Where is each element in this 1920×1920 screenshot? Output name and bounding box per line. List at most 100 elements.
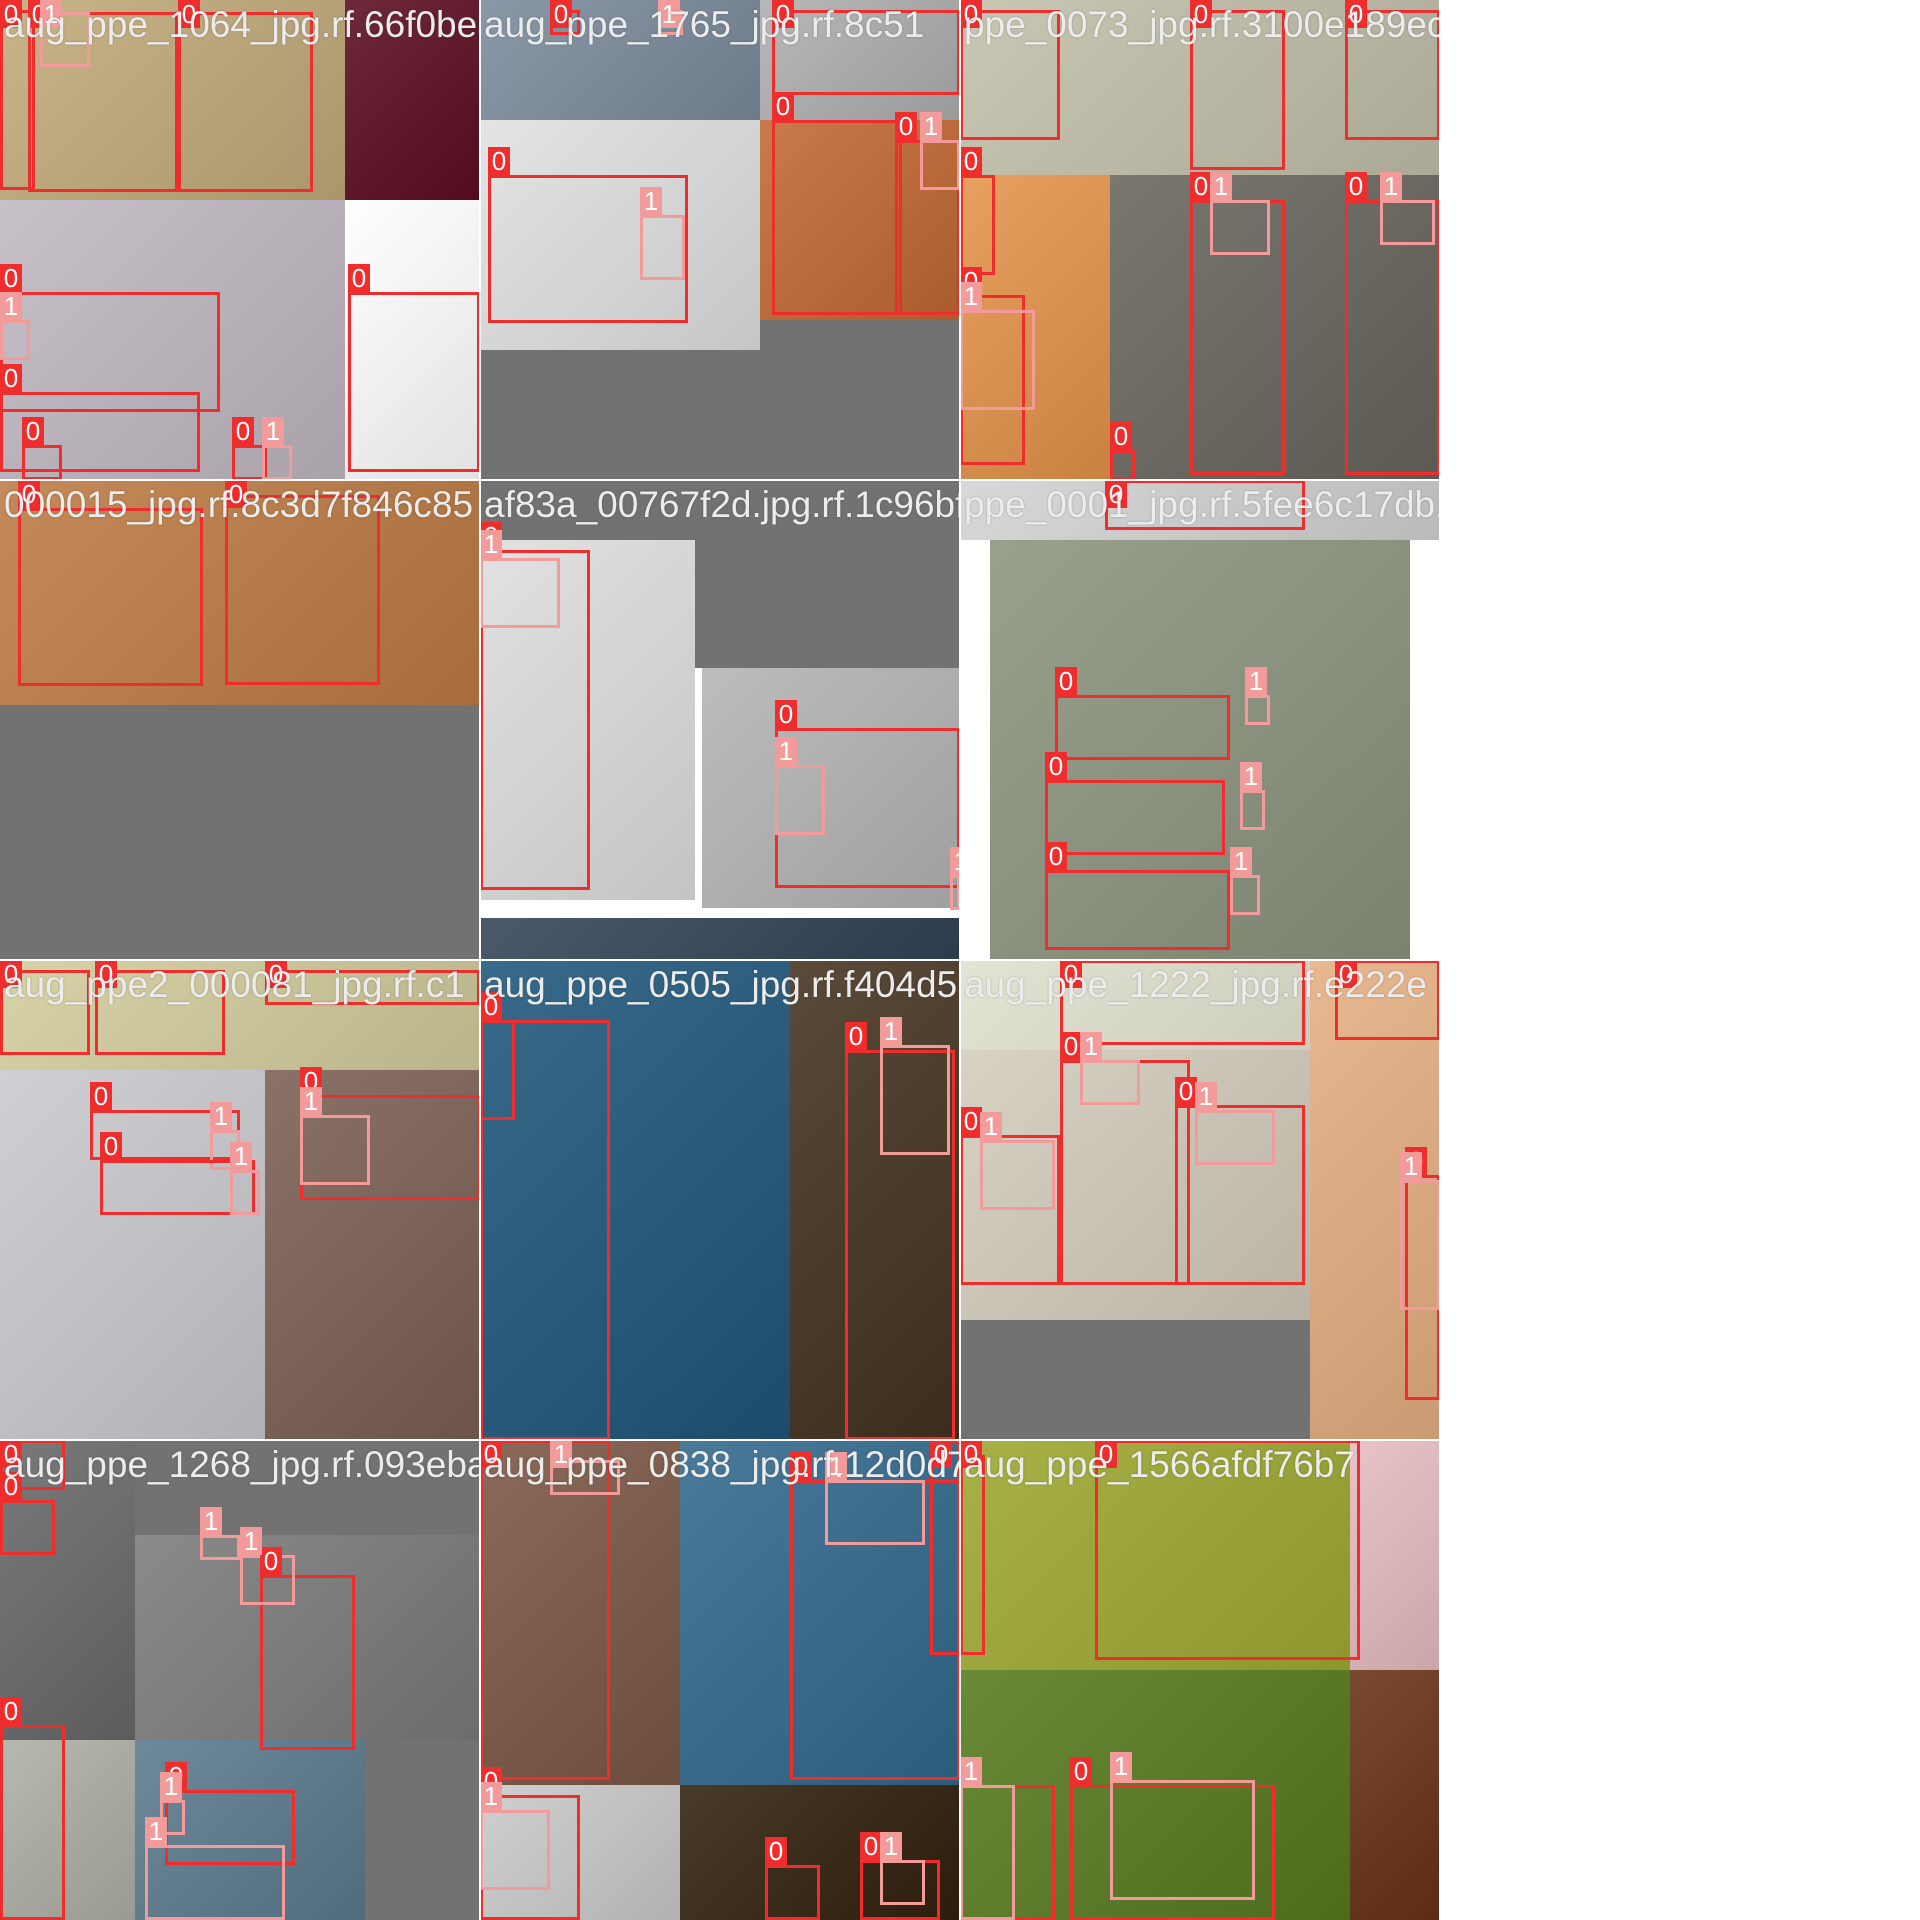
- bbox-class-0: [1110, 450, 1135, 480]
- mosaic-tile: 01011af83a_00767f2d.jpg.rf.1c96bf3695c90…: [480, 480, 960, 960]
- class-label-tag: 1: [920, 112, 942, 140]
- class-label-tag: 0: [1070, 1757, 1092, 1785]
- bbox-class-0: [1045, 870, 1230, 950]
- bbox-class-1: [230, 1170, 260, 1215]
- class-label-tag: 0: [1345, 172, 1367, 200]
- tile-filename: ppe_0001_jpg.rf.5fee6c17db1c57e660ff686f: [964, 484, 1440, 525]
- class-label-tag: 0: [775, 700, 797, 728]
- photo-fragment: [1350, 1440, 1440, 1670]
- class-label-tag: 1: [1380, 172, 1402, 200]
- class-label-tag: 0: [488, 147, 510, 175]
- tile-separator-horizontal: [0, 959, 1440, 961]
- class-label-tag: 1: [1080, 1032, 1102, 1060]
- mosaic-tile: 001010011aug_ppe_1268_jpg.rf.093ebaec: [0, 1440, 480, 1920]
- bbox-class-1: [300, 1115, 370, 1185]
- tile-filename: aug_ppe2_000081_jpg.rf.c1: [4, 964, 465, 1005]
- class-label-tag: 0: [0, 1697, 22, 1725]
- bbox-class-1: [0, 320, 30, 360]
- bbox-class-1: [145, 1845, 285, 1920]
- bbox-class-0: [772, 120, 902, 315]
- bbox-class-0: [0, 1500, 55, 1555]
- bbox-class-1: [1380, 200, 1435, 245]
- tile-filename: aug_ppe_0838_jpg.rf.12d0d74a1c7: [484, 1444, 960, 1485]
- class-label-tag: 1: [960, 282, 982, 310]
- class-label-tag: 0: [1045, 752, 1067, 780]
- bbox-class-1: [1230, 875, 1260, 915]
- class-label-tag: 1: [262, 417, 284, 445]
- class-label-tag: 0: [1055, 667, 1077, 695]
- class-label-tag: 1: [1195, 1082, 1217, 1110]
- class-label-tag: 0: [1190, 172, 1212, 200]
- mosaic-tile: 0001010101aug_ppe_1222_jpg.rf.e222e: [960, 960, 1440, 1440]
- tile-filename: aug_ppe_1222_jpg.rf.e222e: [964, 964, 1427, 1005]
- bbox-class-0: [960, 1455, 985, 1655]
- class-label-tag: 1: [1245, 667, 1267, 695]
- class-label-tag: 0: [0, 264, 22, 292]
- class-label-tag: 0: [0, 364, 22, 392]
- bbox-class-1: [1195, 1110, 1275, 1165]
- bbox-class-1: [920, 140, 960, 190]
- class-label-tag: 0: [348, 264, 370, 292]
- class-label-tag: 1: [160, 1772, 182, 1800]
- class-label-tag: 1: [480, 530, 502, 558]
- class-label-tag: 1: [640, 187, 662, 215]
- class-label-tag: 1: [480, 1782, 502, 1810]
- photo-fragment: [480, 918, 960, 960]
- bbox-class-0: [348, 292, 480, 472]
- bbox-class-1: [880, 1860, 925, 1905]
- class-label-tag: 0: [895, 112, 917, 140]
- class-label-tag: 1: [230, 1142, 252, 1170]
- bbox-class-1: [775, 765, 825, 835]
- tile-filename: aug_ppe_1765_jpg.rf.8c51: [484, 4, 925, 45]
- class-label-tag: 0: [1110, 422, 1132, 450]
- class-label-tag: 0: [845, 1022, 867, 1050]
- class-label-tag: 1: [880, 1832, 902, 1860]
- bbox-class-0: [1055, 695, 1230, 760]
- bbox-class-0: [960, 175, 995, 275]
- bbox-class-1: [1210, 200, 1270, 255]
- class-label-tag: 1: [300, 1087, 322, 1115]
- class-label-tag: 1: [775, 737, 797, 765]
- tile-separator-horizontal: [0, 1439, 1440, 1441]
- letterbox-padding: [960, 1320, 1310, 1440]
- mosaic-tile: 0101010ppe_0001_jpg.rf.5fee6c17db1c57e66…: [960, 480, 1440, 960]
- class-label-tag: 0: [1175, 1077, 1197, 1105]
- class-label-tag: 0: [772, 92, 794, 120]
- mosaic-canvas: 0 0 1 0 0 1 0 0 0 1 0 aug_ppe_1064_jpg.rf.66f0bea 0 1…: [0, 0, 1920, 1920]
- class-label-tag: 1: [1240, 762, 1262, 790]
- tile-separator-horizontal: [0, 479, 1440, 481]
- bbox-class-1: [1110, 1780, 1255, 1900]
- class-label-tag: 1: [240, 1527, 262, 1555]
- letterbox-padding: [480, 350, 960, 480]
- letterbox-padding: [695, 540, 960, 668]
- tile-filename: aug_ppe_1268_jpg.rf.093ebaec: [4, 1444, 480, 1485]
- class-label-tag: 0: [860, 1832, 882, 1860]
- bbox-class-1: [1400, 1180, 1440, 1310]
- class-label-tag: 1: [880, 1017, 902, 1045]
- tile-filename: aug_ppe_1064_jpg.rf.66f0bea: [4, 4, 480, 45]
- bbox-class-1: [825, 1480, 925, 1545]
- bbox-class-0: [18, 508, 203, 686]
- tile-filename: aug_ppe_1566afdf76b7: [964, 1444, 1355, 1485]
- mosaic-tile: 0 0 1 0 0 1 0 0 0 1 0 aug_ppe_1064_jpg.rf.66f0bea: [0, 0, 480, 480]
- class-label-tag: 1: [960, 1757, 982, 1785]
- letterbox-padding: [760, 320, 960, 350]
- tile-filename: ppe_0073_jpg.rf.3100e189ec43cb963b5: [964, 4, 1440, 45]
- tile-filename: af83a_00767f2d.jpg.rf.1c96bf3695c9001df0…: [484, 484, 960, 525]
- class-label-tag: 1: [0, 292, 22, 320]
- bbox-class-0: [480, 1020, 610, 1440]
- mosaic-tile: 00000100101ppe_0073_jpg.rf.3100e189ec43c…: [960, 0, 1440, 480]
- tile-filename: 000015_jpg.rf.8c3d7f846c85: [4, 484, 474, 525]
- photo-fragment: [1350, 1670, 1440, 1920]
- bbox-class-1: [1240, 790, 1265, 830]
- mosaic-tile: 0 0 0 0 1 0 1 0 1 aug_ppe2_000081_jpg.rf.c1: [0, 960, 480, 1440]
- bbox-class-0: [22, 445, 62, 480]
- class-label-tag: 0: [1045, 842, 1067, 870]
- bbox-class-1: [262, 445, 292, 480]
- bbox-class-1: [480, 558, 560, 628]
- class-label-tag: 1: [1400, 1152, 1422, 1180]
- bbox-class-1: [960, 1785, 1015, 1920]
- bbox-class-0: [0, 1725, 65, 1920]
- class-label-tag: 0: [22, 417, 44, 445]
- mosaic-tile: 0 0 000015_jpg.rf.8c3d7f846c85: [0, 480, 480, 960]
